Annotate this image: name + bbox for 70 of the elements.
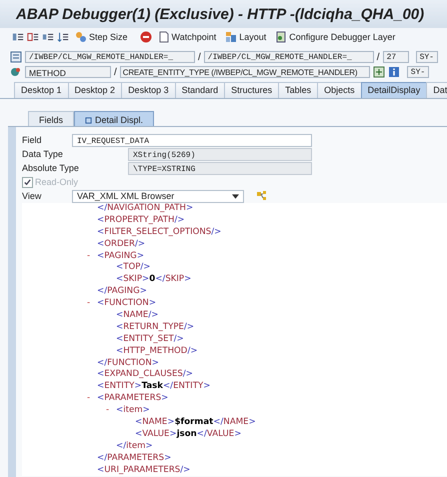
xml-line: </FUNCTION> (97, 358, 159, 370)
step-size-button[interactable]: Step Size (72, 31, 131, 43)
sy-field: SY- (406, 66, 429, 78)
desktop-tab[interactable]: DetailDisplay (360, 82, 428, 98)
xml-line: <EXPAND_CLAUSES/> (97, 369, 193, 382)
window-title: ABAP Debugger(1) (Exclusive) - HTTP -(ldciqha_QHA_00) (16, 6, 424, 22)
xml-line: <SKIP>0</SKIP> (116, 274, 192, 286)
xml-line: <FILTER_SELECT_OPTIONS/> (97, 226, 222, 239)
collapse-toggle[interactable]: - (87, 298, 90, 310)
xml-line: </PARAMETERS> (97, 452, 172, 465)
field-label: Absolute Type (22, 163, 80, 173)
stop-icon[interactable] (140, 31, 152, 43)
field-label: Data Type (22, 149, 64, 159)
desktop-tab[interactable]: Tables (278, 82, 318, 98)
field-input[interactable]: IV_REQUEST_DATA (72, 134, 312, 146)
field-value: XString(5269) (128, 148, 312, 160)
separator-text: / (114, 66, 117, 78)
xml-line: </item> (116, 440, 153, 453)
caret-icon (232, 194, 239, 198)
xml-line: <ENTITY>Task</ENTITY> (97, 381, 210, 394)
sy-field: SY- (416, 51, 438, 63)
type-field: METHOD (25, 66, 111, 78)
view-label: View (22, 191, 42, 201)
configure-layer-button[interactable]: Configure Debugger Layer (272, 31, 398, 43)
desktop-tab[interactable]: Desktop 3 (121, 82, 176, 98)
program-field: /IWBEP/CL_MGW_REMOTE_HANDLER=_ (25, 51, 195, 63)
xml-line: <FUNCTION> (97, 298, 156, 310)
field-value: \TYPE=XSTRING (128, 162, 312, 174)
layout-icon (225, 31, 238, 43)
xml-line: <RETURN_TYPE/> (116, 322, 194, 334)
field-label: Field (22, 135, 43, 145)
xml-line: <item> (116, 405, 150, 418)
xml-line: <NAME/> (116, 310, 158, 322)
xml-line: <HTTP_METHOD/> (116, 346, 198, 358)
xml-line: </PAGING> (97, 286, 147, 298)
desktop-tab[interactable]: Desktop 2 (68, 82, 122, 98)
circles-icon (75, 31, 87, 43)
xml-line: <URI_PARAMETERS/> (97, 464, 190, 476)
desktop-tab[interactable]: Structures (224, 82, 280, 98)
xml-line: <NAME>$format</NAME> (135, 417, 256, 429)
collapse-toggle[interactable]: - (87, 250, 90, 262)
separator-text: / (376, 52, 380, 62)
tree-icon[interactable] (256, 190, 268, 202)
xml-line: <VALUE>json</VALUE> (135, 428, 242, 441)
check-icon (23, 178, 32, 186)
square-icon (85, 116, 92, 124)
xml-line: <PAGING> (97, 250, 144, 262)
layout-button[interactable]: Layout (222, 31, 270, 43)
xml-line: <PROPERTY_PATH/> (97, 214, 185, 227)
xml-line: <PARAMETERS> (97, 393, 168, 406)
xml-line: </NAVIGATION_PATH> (97, 203, 194, 215)
event-field: CREATE_ENTITY_TYPE (/IWBEP/CL_MGW_REMOTE_HANDLER) (120, 66, 370, 78)
detail-tab[interactable]: Detail Displ. (74, 111, 154, 126)
desktop-tab[interactable]: Objects (317, 82, 362, 98)
collapse-toggle[interactable]: - (106, 405, 110, 418)
desktop-tab[interactable]: Dat (426, 82, 447, 98)
watchpoint-button[interactable]: Watchpoint (154, 31, 220, 43)
include-field: /IWBEP/CL_MGW_REMOTE_HANDLER=_ (204, 51, 374, 63)
line-field: 27 (382, 51, 409, 63)
page-icon (158, 31, 170, 43)
separator-text: / (198, 52, 201, 62)
detail-tab[interactable]: Fields (28, 111, 74, 126)
desktop-tab[interactable]: Standard (174, 82, 226, 98)
collapse-toggle[interactable]: - (87, 393, 90, 406)
xml-line: <ENTITY_SET/> (116, 334, 184, 346)
xml-line: <ORDER/> (97, 238, 146, 251)
desktop-tab[interactable]: Desktop 1 (14, 82, 69, 98)
xml-line: <TOP/> (116, 262, 151, 274)
info-icon[interactable] (388, 66, 400, 78)
view-dropdown[interactable]: VAR_XML XML Browser (72, 190, 244, 202)
